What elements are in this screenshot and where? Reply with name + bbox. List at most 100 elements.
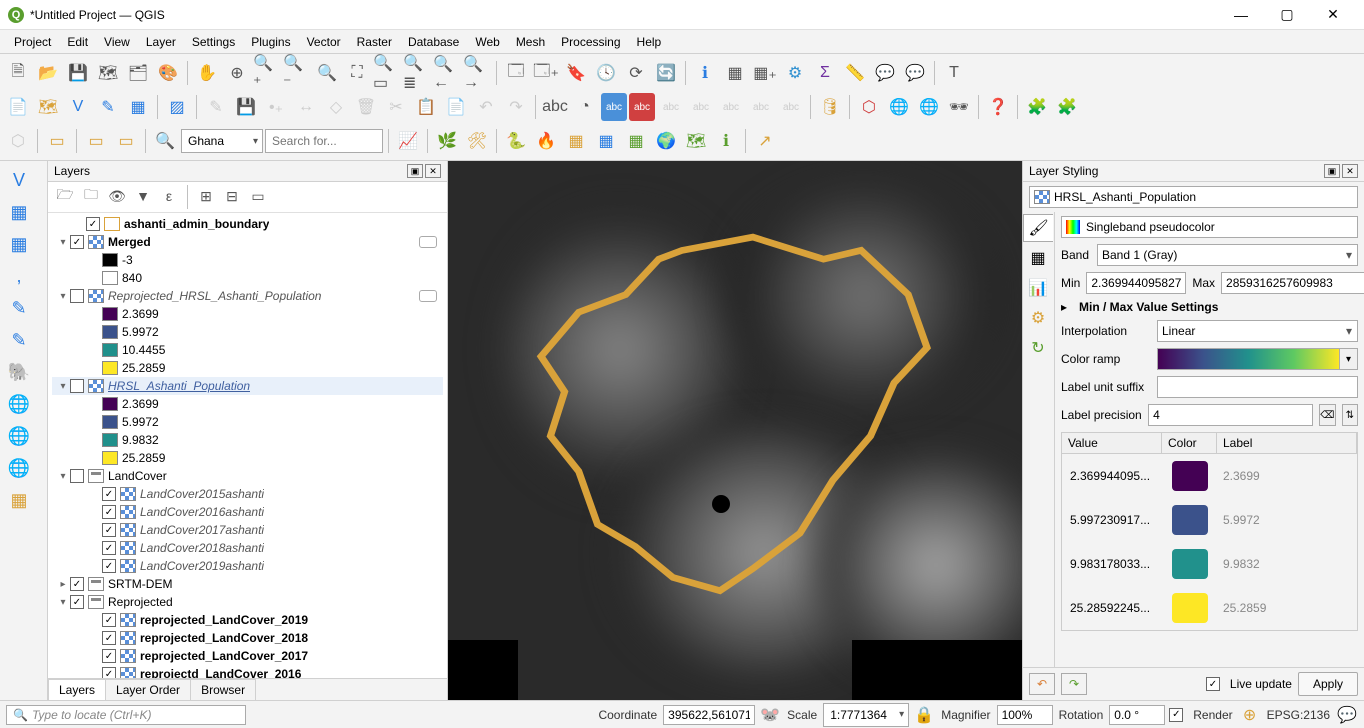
- layer-row[interactable]: ▾LandCover: [52, 467, 443, 485]
- visibility-checkbox[interactable]: [70, 289, 84, 303]
- add-wms-icon[interactable]: 🌐: [4, 423, 34, 449]
- pin-labels-icon[interactable]: abc: [657, 93, 685, 121]
- menu-edit[interactable]: Edit: [59, 30, 96, 54]
- histogram-tab-icon[interactable]: 📊: [1023, 274, 1053, 302]
- visibility-checkbox[interactable]: [102, 505, 116, 519]
- manage-visibility-icon[interactable]: 👁: [106, 185, 128, 207]
- layer-row[interactable]: LandCover2015ashanti: [52, 485, 443, 503]
- plugin-green-icon[interactable]: ▦: [622, 127, 650, 155]
- tab-browser[interactable]: Browser: [190, 679, 256, 700]
- visibility-checkbox[interactable]: [70, 595, 84, 609]
- text-annotation-icon[interactable]: T: [940, 59, 968, 87]
- expand-icon[interactable]: ▾: [56, 381, 70, 392]
- layout-manager-icon[interactable]: 🗂: [124, 59, 152, 87]
- precision-spinner-icon[interactable]: ⇅: [1342, 404, 1358, 426]
- show-labels-icon[interactable]: abc: [601, 93, 627, 121]
- cut-icon[interactable]: ✂: [382, 93, 410, 121]
- add-delimited-icon[interactable]: ,: [4, 263, 34, 289]
- apply-button[interactable]: Apply: [1298, 672, 1358, 696]
- new-3d-view-icon[interactable]: 🗔₊: [532, 59, 560, 87]
- layer-row[interactable]: 2.3699: [52, 395, 443, 413]
- zoom-selection-icon[interactable]: 🔍▭: [373, 59, 401, 87]
- python-icon[interactable]: 🐍: [502, 127, 530, 155]
- value-cell[interactable]: 9.983178033...: [1062, 557, 1162, 571]
- save-project-icon[interactable]: 💾: [64, 59, 92, 87]
- value-cell[interactable]: 5.997230917...: [1062, 513, 1162, 527]
- menu-view[interactable]: View: [96, 30, 138, 54]
- metasearch-icon[interactable]: 🌐: [885, 93, 913, 121]
- color-table-row[interactable]: 5.997230917...5.9972: [1062, 498, 1357, 542]
- layer-row[interactable]: ▾Reprojected_HRSL_Ashanti_Population: [52, 287, 443, 305]
- edit-pencil-icon[interactable]: ✎: [202, 93, 230, 121]
- redo-icon[interactable]: ↷: [502, 93, 530, 121]
- pan-icon[interactable]: ✋: [193, 59, 221, 87]
- scale-combo[interactable]: 1:7771364: [823, 703, 909, 727]
- stats-icon[interactable]: Σ: [811, 59, 839, 87]
- expand-icon[interactable]: ▾: [56, 597, 70, 608]
- undo-icon[interactable]: ↶: [472, 93, 500, 121]
- symbology-tab-icon[interactable]: 🖌: [1023, 214, 1053, 242]
- new-print-layout-icon[interactable]: 🗺: [94, 59, 122, 87]
- maximize-button[interactable]: ▢: [1264, 0, 1310, 30]
- plugin-orange-icon[interactable]: ▦: [562, 127, 590, 155]
- add-postgis-icon[interactable]: ✎: [4, 295, 34, 321]
- color-swatch[interactable]: [1172, 549, 1208, 579]
- layers-close-icon[interactable]: ✕: [425, 164, 441, 178]
- plugin-arrow-icon[interactable]: ↗: [751, 127, 779, 155]
- layers-undock-icon[interactable]: ▣: [407, 164, 423, 178]
- color-swatch[interactable]: [1172, 593, 1208, 623]
- open-attr-table-icon[interactable]: ▦: [721, 59, 749, 87]
- magnifier-input[interactable]: [997, 705, 1053, 725]
- visibility-checkbox[interactable]: [70, 577, 84, 591]
- layers-tree[interactable]: ashanti_admin_boundary▾Merged-3840▾Repro…: [48, 213, 447, 678]
- layer-row[interactable]: 9.9832: [52, 431, 443, 449]
- layer-row[interactable]: 5.9972: [52, 323, 443, 341]
- plugin1-icon[interactable]: 🧩: [1023, 93, 1051, 121]
- layer-row[interactable]: ashanti_admin_boundary: [52, 215, 443, 233]
- map-tips-icon[interactable]: 💬: [871, 59, 899, 87]
- identify-icon[interactable]: ℹ: [691, 59, 719, 87]
- plugin2-icon[interactable]: 🧩: [1053, 93, 1081, 121]
- layer-row[interactable]: LandCover2018ashanti: [52, 539, 443, 557]
- deselect-icon[interactable]: ▭: [82, 127, 110, 155]
- styling-layer-select[interactable]: HRSL_Ashanti_Population: [1029, 186, 1358, 208]
- suffix-input[interactable]: [1157, 376, 1358, 398]
- layer-row[interactable]: reprojectd_LandCover_2016: [52, 665, 443, 678]
- save-edits-icon[interactable]: 💾: [232, 93, 260, 121]
- layer-row[interactable]: ▾HRSL_Ashanti_Population: [52, 377, 443, 395]
- visibility-checkbox[interactable]: [102, 667, 116, 678]
- render-checkbox[interactable]: [1169, 708, 1183, 722]
- coordinate-input[interactable]: [663, 705, 755, 725]
- layer-row[interactable]: ▾Reprojected: [52, 593, 443, 611]
- annotation-icon[interactable]: 💬: [901, 59, 929, 87]
- label-cell[interactable]: 2.3699: [1217, 469, 1357, 483]
- move-feature-icon[interactable]: ↔: [292, 93, 320, 121]
- layer-row[interactable]: LandCover2017ashanti: [52, 521, 443, 539]
- visibility-checkbox[interactable]: [70, 235, 84, 249]
- visibility-checkbox[interactable]: [102, 649, 116, 663]
- color-swatch[interactable]: [1172, 505, 1208, 535]
- visibility-checkbox[interactable]: [70, 469, 84, 483]
- menu-mesh[interactable]: Mesh: [508, 30, 553, 54]
- plugin-fire-icon[interactable]: 🔥: [532, 127, 560, 155]
- indicator-icon[interactable]: [419, 290, 437, 302]
- label-cell[interactable]: 25.2859: [1217, 601, 1357, 615]
- tab-layer-order[interactable]: Layer Order: [105, 679, 191, 700]
- paste-icon[interactable]: 📄: [442, 93, 470, 121]
- layer-row[interactable]: 5.9972: [52, 413, 443, 431]
- color-table-row[interactable]: 9.983178033...9.9832: [1062, 542, 1357, 586]
- hide-labels-icon[interactable]: abc: [629, 93, 655, 121]
- georeferencer-icon[interactable]: ⬡: [855, 93, 883, 121]
- measure-icon[interactable]: 📏: [841, 59, 869, 87]
- label-icon[interactable]: abc: [541, 93, 569, 121]
- help-icon[interactable]: ❓: [984, 93, 1012, 121]
- layer-row[interactable]: 840: [52, 269, 443, 287]
- osm-icon[interactable]: 🕶: [945, 93, 973, 121]
- field-calc-icon[interactable]: ▦₊: [751, 59, 779, 87]
- expand-all-icon[interactable]: ⊞: [195, 185, 217, 207]
- layer-row[interactable]: ▸SRTM-DEM: [52, 575, 443, 593]
- menu-web[interactable]: Web: [467, 30, 507, 54]
- change-label-icon[interactable]: abc: [777, 93, 805, 121]
- add-vector-layer-icon[interactable]: V: [4, 167, 34, 193]
- layer-row[interactable]: 10.4455: [52, 341, 443, 359]
